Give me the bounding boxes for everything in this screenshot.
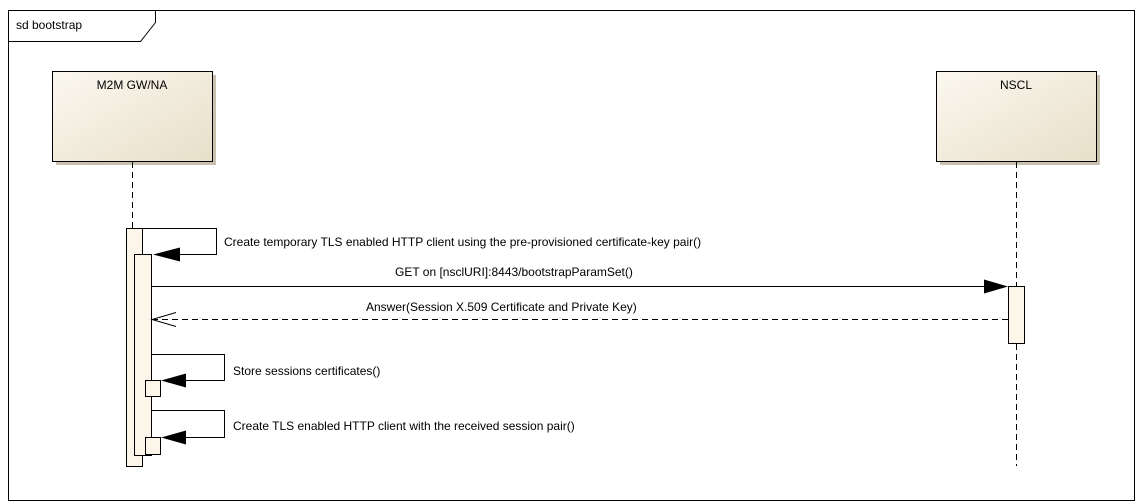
message-label: GET on [nsclURI]:8443/bootstrapParamSet(… bbox=[395, 265, 633, 279]
lifeline-name-nscl: NSCL bbox=[1000, 78, 1032, 92]
activation-gw-store bbox=[145, 380, 161, 397]
message-label: Store sessions certificates() bbox=[233, 364, 380, 378]
activation-gw-create bbox=[145, 437, 161, 455]
activation-gw-inner bbox=[134, 254, 152, 456]
lifeline-name-gw: M2M GW/NA bbox=[97, 78, 168, 92]
message-label: Create TLS enabled HTTP client with the … bbox=[233, 419, 575, 433]
message-label: Create temporary TLS enabled HTTP client… bbox=[224, 235, 701, 249]
frame-title: sd bootstrap bbox=[16, 18, 82, 32]
activation-nscl bbox=[1008, 286, 1025, 344]
message-label: Answer(Session X.509 Certificate and Pri… bbox=[366, 300, 637, 314]
sequence-diagram: sd bootstrap M2M GW/NA NSCL Create tempo… bbox=[8, 10, 1135, 501]
